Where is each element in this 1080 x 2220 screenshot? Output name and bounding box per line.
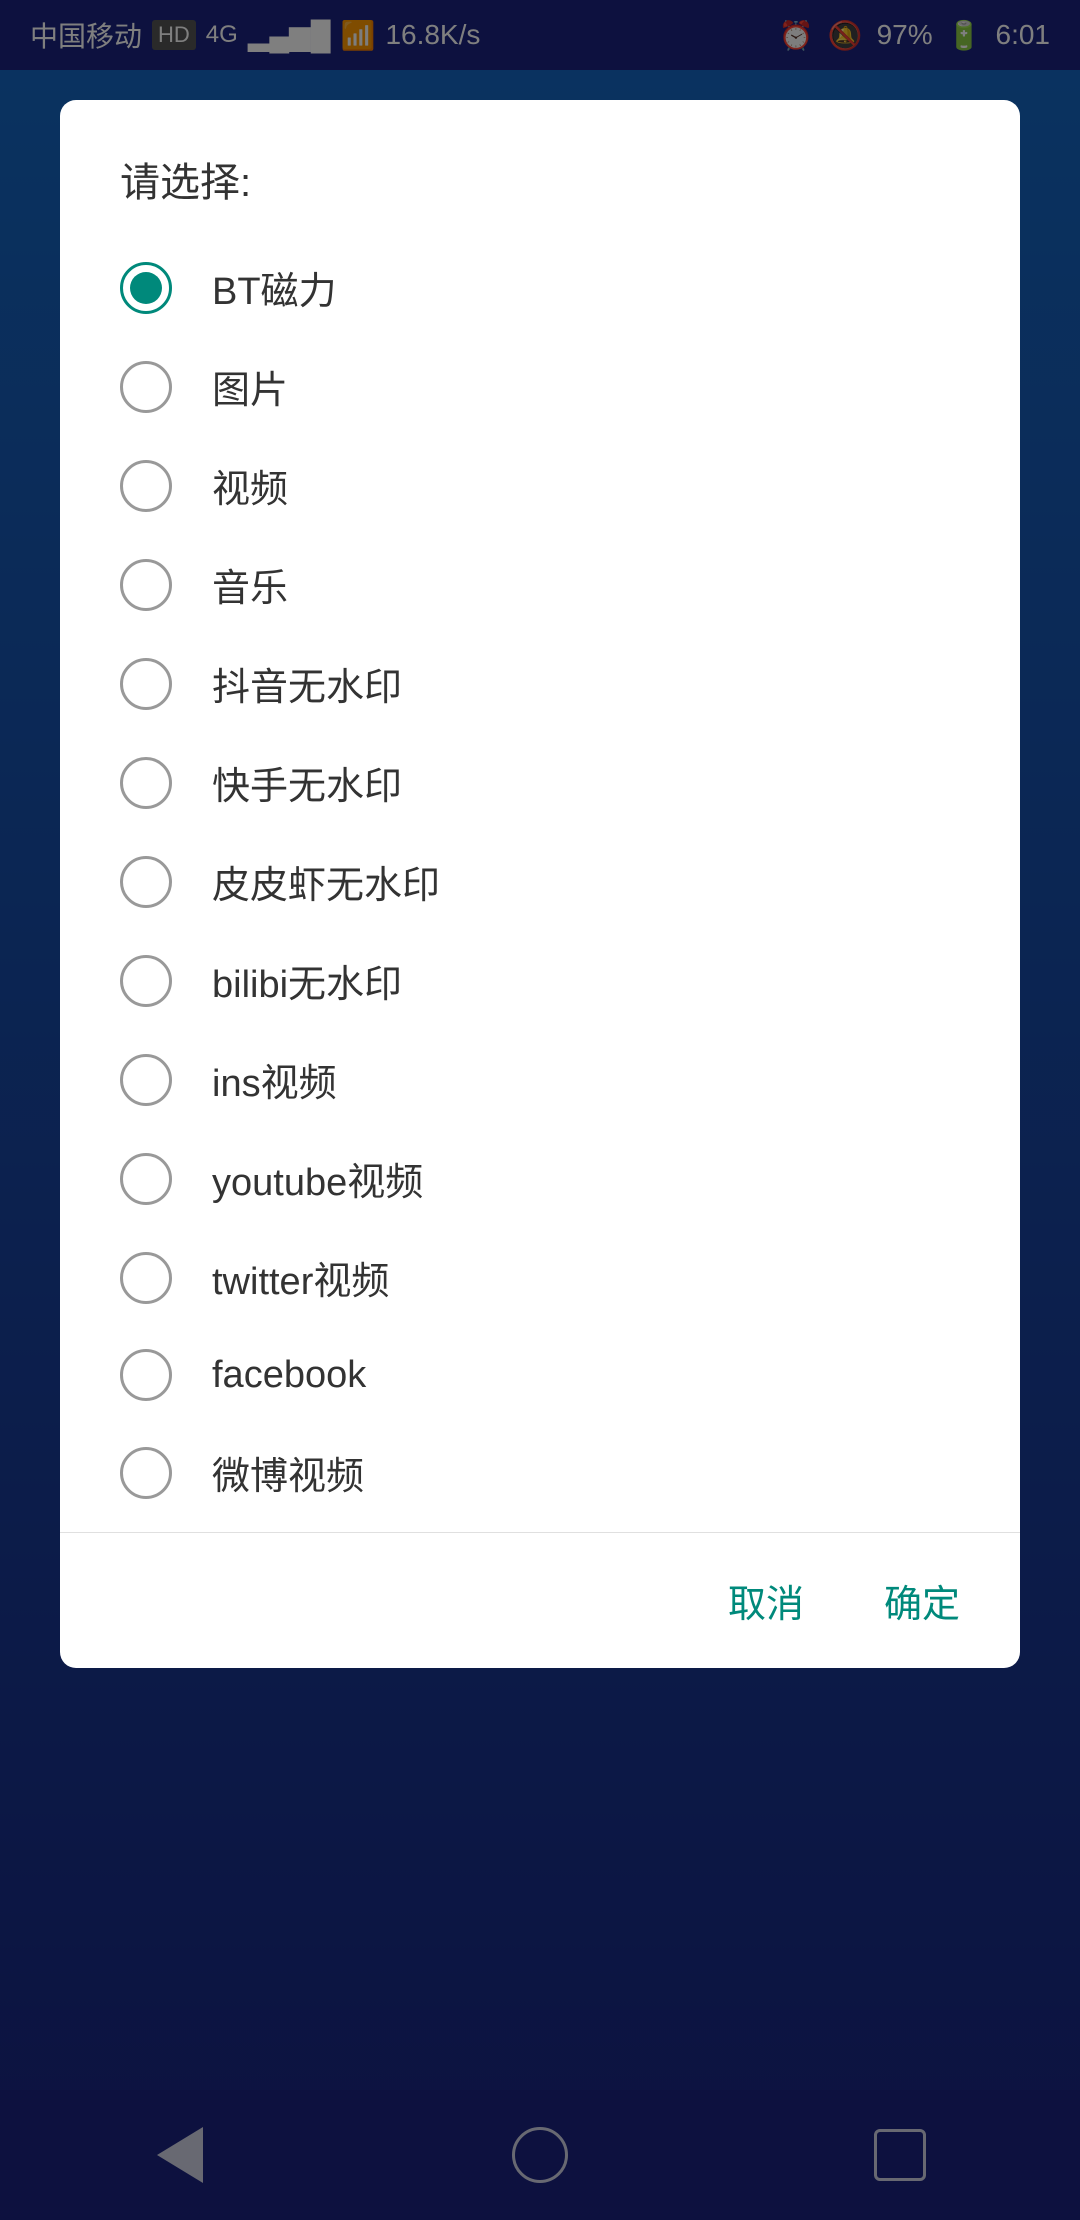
radio-label-weibo: 微博视频 <box>212 1445 364 1500</box>
radio-circle-twitter <box>120 1252 172 1304</box>
radio-option-ins[interactable]: ins视频 <box>100 1030 980 1129</box>
radio-label-bt: BT磁力 <box>212 260 337 315</box>
radio-label-video: 视频 <box>212 458 288 513</box>
radio-option-bt[interactable]: BT磁力 <box>100 238 980 337</box>
radio-label-douyin: 抖音无水印 <box>212 656 402 711</box>
radio-label-kuaishou: 快手无水印 <box>212 755 402 810</box>
radio-label-bilibili: bilibi无水印 <box>212 953 402 1008</box>
radio-label-pipixia: 皮皮虾无水印 <box>212 854 440 909</box>
radio-label-image: 图片 <box>212 359 288 414</box>
radio-label-ins: ins视频 <box>212 1052 337 1107</box>
radio-option-douyin[interactable]: 抖音无水印 <box>100 634 980 733</box>
radio-circle-pipixia <box>120 856 172 908</box>
radio-label-music: 音乐 <box>212 557 288 612</box>
radio-label-facebook: facebook <box>212 1354 366 1397</box>
radio-option-kuaishou[interactable]: 快手无水印 <box>100 733 980 832</box>
radio-label-youtube: youtube视频 <box>212 1151 423 1206</box>
radio-option-bilibili[interactable]: bilibi无水印 <box>100 931 980 1030</box>
dialog-buttons: 取消 确定 <box>60 1533 1020 1668</box>
radio-option-image[interactable]: 图片 <box>100 337 980 436</box>
radio-circle-youtube <box>120 1153 172 1205</box>
radio-circle-douyin <box>120 658 172 710</box>
cancel-button[interactable]: 取消 <box>718 1563 814 1638</box>
dialog-options: BT磁力图片视频音乐抖音无水印快手无水印皮皮虾无水印 bilibi无水印 ins视频… <box>60 238 1020 1522</box>
selection-dialog: 请选择: BT磁力图片视频音乐抖音无水印快手无水印皮皮虾无水印 bilibi无水印… <box>60 100 1020 1668</box>
radio-circle-video <box>120 460 172 512</box>
radio-option-youtube[interactable]: youtube视频 <box>100 1129 980 1228</box>
radio-option-twitter[interactable]: twitter视频 <box>100 1228 980 1327</box>
confirm-button[interactable]: 确定 <box>874 1563 970 1638</box>
radio-option-pipixia[interactable]: 皮皮虾无水印 <box>100 832 980 931</box>
radio-option-music[interactable]: 音乐 <box>100 535 980 634</box>
dialog-title: 请选择: <box>60 100 1020 238</box>
radio-option-facebook[interactable]: facebook <box>100 1327 980 1423</box>
radio-option-video[interactable]: 视频 <box>100 436 980 535</box>
radio-circle-bilibili <box>120 955 172 1007</box>
radio-circle-ins <box>120 1054 172 1106</box>
radio-label-twitter: twitter视频 <box>212 1250 389 1305</box>
radio-circle-weibo <box>120 1447 172 1499</box>
radio-circle-image <box>120 361 172 413</box>
radio-circle-bt <box>120 262 172 314</box>
radio-circle-kuaishou <box>120 757 172 809</box>
radio-circle-music <box>120 559 172 611</box>
radio-circle-facebook <box>120 1349 172 1401</box>
radio-option-weibo[interactable]: 微博视频 <box>100 1423 980 1522</box>
